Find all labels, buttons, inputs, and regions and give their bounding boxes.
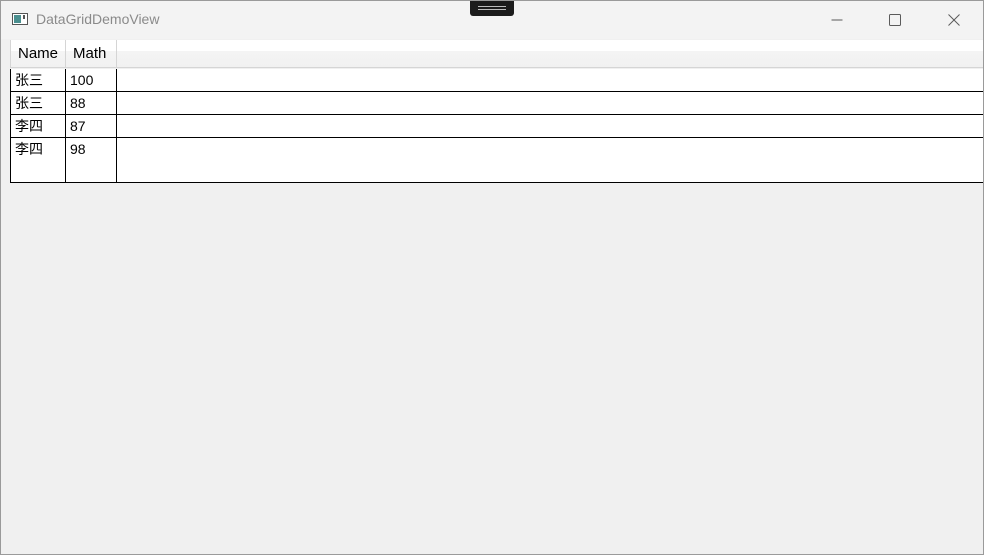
cell-name[interactable]: 李四 [10, 138, 66, 160]
maximize-icon [889, 14, 901, 26]
column-header-name[interactable]: Name [10, 40, 66, 68]
cell-math[interactable]: 88 [66, 92, 117, 114]
window-title: DataGridDemoView [36, 11, 160, 27]
main-window: DataGridDemoView Name Math 张三 100 张三 88 … [0, 0, 984, 555]
table-row[interactable]: 张三 100 [10, 69, 983, 92]
maximize-button[interactable] [866, 1, 924, 39]
cell-name[interactable]: 张三 [10, 92, 66, 114]
title-bar[interactable]: DataGridDemoView [1, 1, 983, 39]
grid-header-row: Name Math [10, 40, 983, 68]
cell-math[interactable]: 100 [66, 69, 117, 91]
new-item-row[interactable] [10, 160, 983, 183]
cell-math[interactable]: 87 [66, 115, 117, 137]
cell-name[interactable] [10, 160, 66, 182]
close-icon [948, 14, 960, 26]
snap-layout-handle[interactable] [470, 1, 514, 16]
cell-name[interactable]: 张三 [10, 69, 66, 91]
column-header-math[interactable]: Math [66, 40, 117, 68]
close-button[interactable] [925, 1, 983, 39]
cell-math[interactable] [66, 160, 117, 182]
app-icon [12, 13, 28, 25]
cell-name[interactable]: 李四 [10, 115, 66, 137]
table-row[interactable]: 李四 87 [10, 115, 983, 138]
table-row[interactable]: 张三 88 [10, 92, 983, 115]
minimize-icon [831, 19, 843, 21]
minimize-button[interactable] [808, 1, 866, 39]
cell-math[interactable]: 98 [66, 138, 117, 160]
table-row[interactable]: 李四 98 [10, 138, 983, 161]
data-grid[interactable]: Name Math 张三 100 张三 88 李四 87 李四 98 [10, 40, 983, 183]
